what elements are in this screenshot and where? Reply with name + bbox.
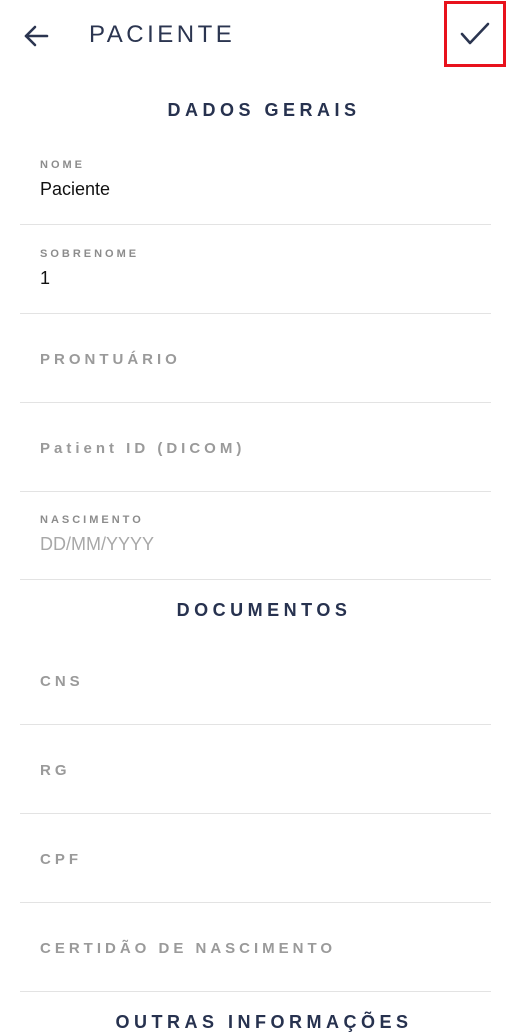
check-icon — [460, 22, 490, 45]
cpf-field[interactable]: CPF — [20, 815, 491, 903]
nascimento-placeholder[interactable]: DD/MM/YYYY — [40, 534, 154, 555]
nascimento-field[interactable]: NASCIMENTO DD/MM/YYYY — [20, 492, 491, 580]
rg-field[interactable]: RG — [20, 726, 491, 814]
rg-label: RG — [40, 762, 71, 779]
nome-field[interactable]: NOME Paciente — [20, 137, 491, 225]
sobrenome-value[interactable]: 1 — [40, 268, 50, 289]
confirm-button[interactable] — [444, 1, 506, 67]
cns-field[interactable]: CNS — [20, 637, 491, 725]
sobrenome-label: SOBRENOME — [40, 248, 140, 260]
patient-id-field[interactable]: Patient ID (DICOM) — [20, 404, 491, 492]
app-bar: PACIENTE — [0, 0, 510, 72]
cpf-label: CPF — [40, 851, 82, 868]
prontuario-label: PRONTUÁRIO — [40, 351, 181, 368]
nome-value[interactable]: Paciente — [40, 179, 110, 200]
nome-label: NOME — [40, 159, 85, 171]
certidao-field[interactable]: CERTIDÃO DE NASCIMENTO — [20, 904, 491, 992]
certidao-label: CERTIDÃO DE NASCIMENTO — [40, 940, 337, 957]
nascimento-label: NASCIMENTO — [40, 514, 144, 526]
section-title-general: DADOS GERAIS — [167, 100, 361, 120]
patient-id-label: Patient ID (DICOM) — [40, 440, 246, 457]
prontuario-field[interactable]: PRONTUÁRIO — [20, 315, 491, 403]
cns-label: CNS — [40, 673, 84, 690]
page-title: PACIENTE — [89, 21, 236, 48]
back-button[interactable] — [18, 20, 54, 52]
section-title-documents: DOCUMENTOS — [176, 600, 352, 620]
arrow-left-icon — [24, 25, 49, 47]
sobrenome-field[interactable]: SOBRENOME 1 — [20, 226, 491, 314]
section-title-other: OUTRAS INFORMAÇÕES — [115, 1012, 413, 1032]
